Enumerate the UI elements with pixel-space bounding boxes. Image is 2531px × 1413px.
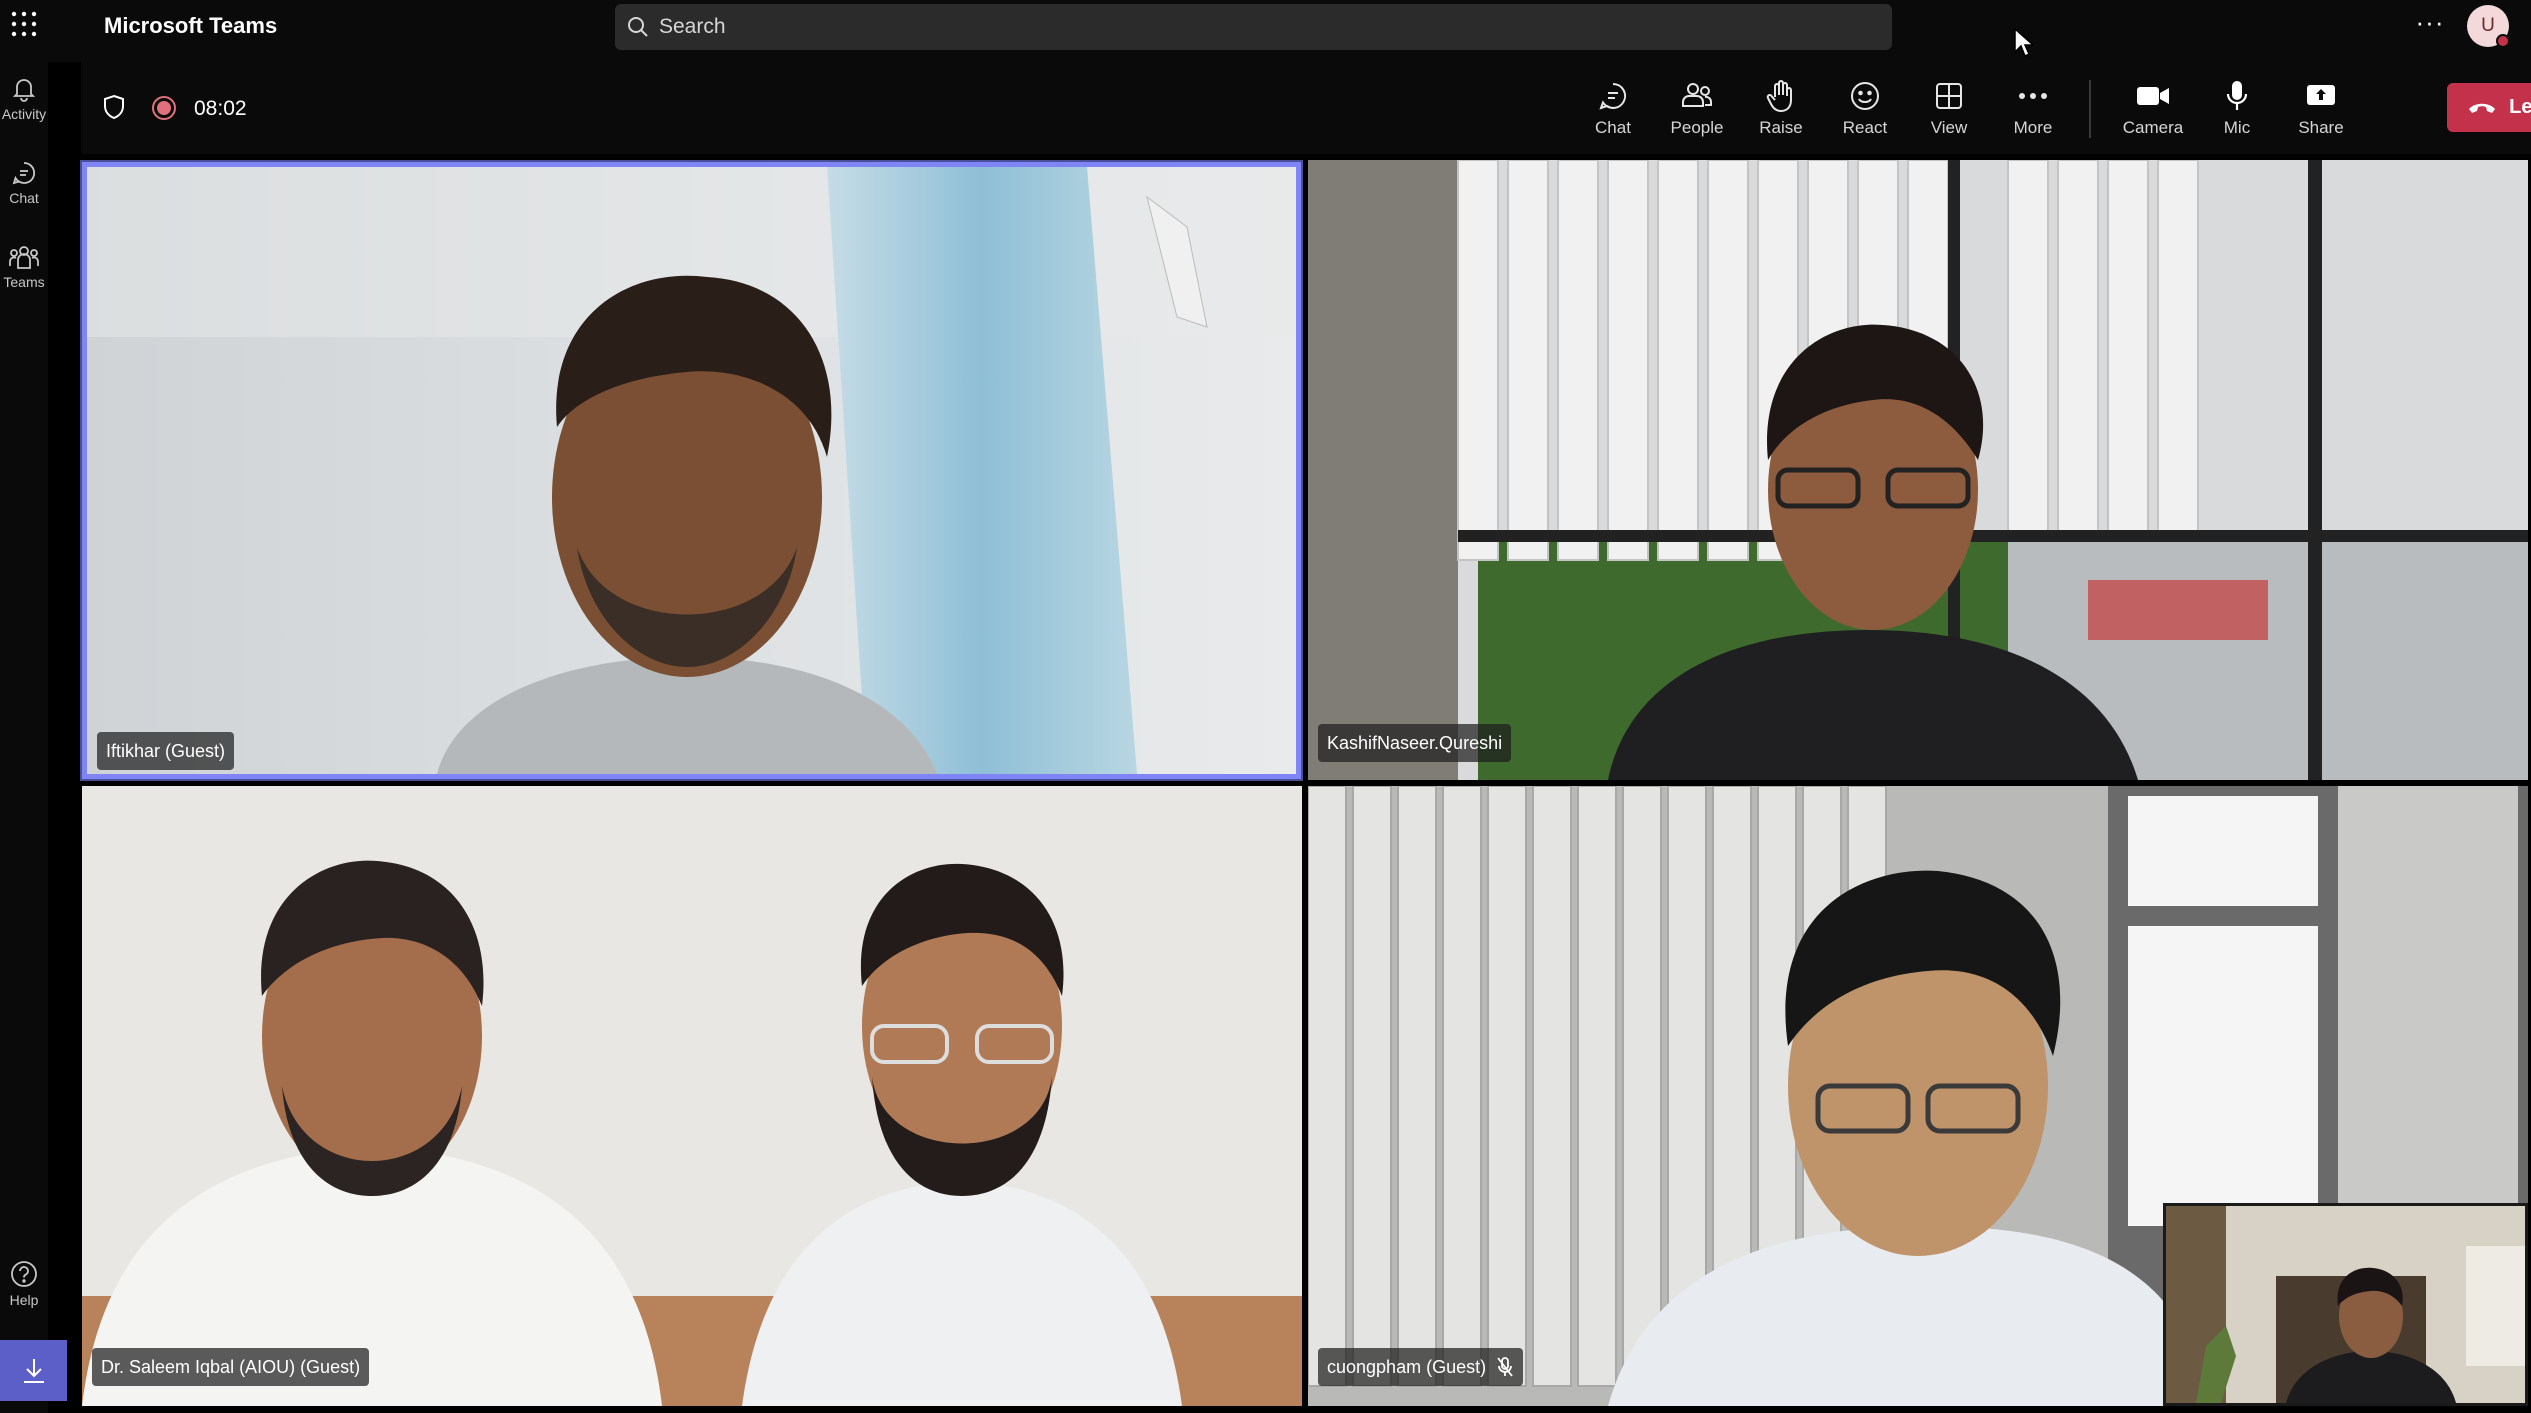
camera-icon (2136, 76, 2170, 116)
more-label: More (2013, 118, 2053, 137)
share-button[interactable]: Share (2281, 76, 2361, 146)
people-button[interactable]: People (1657, 76, 1737, 146)
mic-label: Mic (2223, 118, 2251, 137)
people-icon (1680, 76, 1714, 116)
react-label: React (1842, 118, 1888, 137)
rail-item-label: Help (9, 1292, 39, 1308)
participant-video-feed (82, 786, 1302, 1406)
bell-icon (11, 76, 37, 102)
smiley-icon (1849, 76, 1881, 116)
participant-name-tag: cuongpham (Guest) (1318, 1348, 1524, 1386)
rail-item-teams[interactable]: Teams (0, 244, 48, 314)
hang-up-icon (2467, 100, 2497, 116)
video-tile-saleem[interactable]: Dr. Saleem Iqbal (AIOU) (Guest) (82, 786, 1302, 1406)
search-icon (627, 16, 649, 38)
raise-hand-button[interactable]: Raise (1741, 76, 1821, 146)
view-button[interactable]: View (1909, 76, 1989, 146)
camera-label: Camera (2122, 118, 2184, 137)
help-icon (10, 1260, 38, 1288)
self-video-feed (2166, 1206, 2525, 1403)
participant-name: KashifNaseer.Qureshi (1327, 733, 1503, 753)
rail-item-label: Activity (1, 106, 47, 122)
download-icon (21, 1357, 47, 1385)
view-label: View (1930, 118, 1968, 137)
chat-icon (11, 160, 37, 186)
rail-item-help[interactable]: Help (0, 1260, 48, 1330)
leave-label: Leave (2509, 96, 2531, 118)
meeting-timer: 08:02 (194, 97, 247, 120)
participant-name: Iftikhar (Guest) (106, 741, 226, 761)
download-button[interactable] (0, 1340, 67, 1401)
meeting-toolbar: 08:02 Chat People Raise React View More … (81, 62, 2531, 154)
search-bar[interactable] (615, 4, 1892, 50)
search-input[interactable] (659, 4, 1859, 50)
mouse-cursor-icon (2014, 28, 2034, 58)
title-bar: Microsoft Teams ··· U (0, 0, 2531, 62)
app-title: Microsoft Teams (104, 13, 278, 38)
rail-item-label: Teams (3, 274, 45, 290)
raise-hand-icon (1766, 76, 1796, 116)
more-options-icon[interactable]: ··· (2410, 9, 2450, 44)
left-rail: Activity Chat Teams Help (0, 62, 67, 1413)
rail-item-chat[interactable]: Chat (0, 160, 48, 230)
more-icon (2018, 76, 2048, 116)
toolbar-divider (2089, 80, 2091, 138)
app-launcher-icon[interactable] (6, 6, 42, 42)
participant-name: cuongpham (Guest) (1327, 1357, 1487, 1377)
microphone-icon (2224, 76, 2250, 116)
participant-video-feed (87, 167, 1296, 774)
participant-name-tag: KashifNaseer.Qureshi (1318, 724, 1512, 762)
share-screen-icon (2305, 76, 2337, 116)
chat-icon (1597, 76, 1629, 116)
leave-button[interactable]: Leave (2447, 83, 2531, 132)
people-label: People (1670, 118, 1724, 137)
video-tile-iftikhar[interactable]: Iftikhar (Guest) (82, 162, 1301, 779)
participant-video-feed (1308, 160, 2528, 780)
participant-name-tag: Iftikhar (Guest) (97, 732, 235, 770)
chat-button[interactable]: Chat (1573, 76, 1653, 146)
grid-view-icon (1934, 76, 1964, 116)
chat-label: Chat (1595, 118, 1631, 137)
rail-item-label: Chat (9, 190, 39, 206)
share-label: Share (2298, 118, 2344, 137)
teams-icon (9, 244, 39, 270)
raise-label: Raise (1759, 118, 1803, 137)
self-view-video[interactable] (2163, 1203, 2528, 1406)
shield-icon[interactable] (103, 94, 125, 120)
mic-muted-icon (1496, 1356, 1514, 1378)
participant-name: Dr. Saleem Iqbal (AIOU) (Guest) (101, 1357, 361, 1377)
react-button[interactable]: React (1825, 76, 1905, 146)
camera-button[interactable]: Camera (2113, 76, 2193, 146)
mic-button[interactable]: Mic (2197, 76, 2277, 146)
video-tile-kashif[interactable]: KashifNaseer.Qureshi (1308, 160, 2528, 780)
more-button[interactable]: More (1993, 76, 2073, 146)
participant-name-tag: Dr. Saleem Iqbal (AIOU) (Guest) (92, 1348, 370, 1386)
recording-indicator (152, 96, 176, 120)
status-badge (2496, 34, 2510, 48)
rail-item-activity[interactable]: Activity (0, 76, 48, 146)
